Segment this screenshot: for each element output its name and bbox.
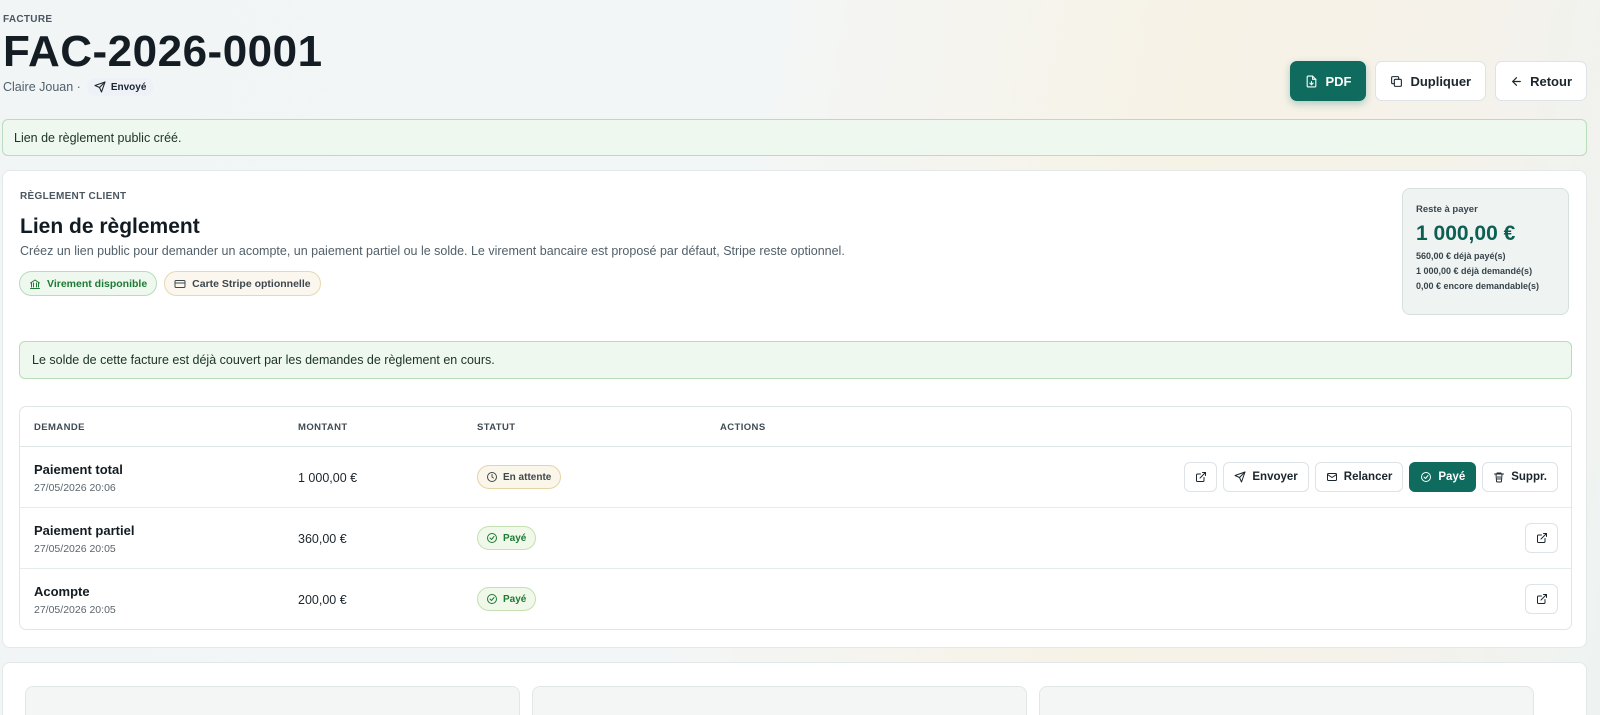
invoice-subtitle: Claire Jouan · Envoyé bbox=[3, 78, 323, 96]
coverage-info-message: Le solde de cette facture est déjà couve… bbox=[19, 341, 1572, 379]
back-button-label: Retour bbox=[1530, 73, 1572, 89]
summary-panel-3 bbox=[1039, 686, 1534, 715]
balance-amount: 1 000,00 € bbox=[1416, 222, 1516, 245]
remind-button[interactable]: Relancer bbox=[1314, 462, 1404, 492]
column-header-amount: MONTANT bbox=[298, 422, 348, 433]
request-date: 27/05/2026 20:06 bbox=[34, 482, 116, 494]
send-button[interactable]: Envoyer bbox=[1223, 462, 1309, 492]
page-eyebrow: FACTURE bbox=[3, 14, 53, 25]
request-name: Paiement partiel bbox=[34, 523, 135, 538]
column-header-status: STATUT bbox=[477, 422, 516, 433]
status-badge-label: Envoyé bbox=[110, 81, 147, 93]
open-link-button[interactable] bbox=[1525, 584, 1558, 614]
summary-panel-1 bbox=[25, 686, 520, 715]
page-header: FACTURE FAC-2026-0001 Claire Jouan · Env… bbox=[3, 14, 323, 96]
status-badge-paid: Payé bbox=[477, 587, 537, 611]
card-eyebrow: RÈGLEMENT CLIENT bbox=[20, 191, 127, 202]
status-label: Payé bbox=[503, 593, 527, 605]
table-row: Acompte 27/05/2026 20:05 200,00 € Payé bbox=[20, 569, 1571, 629]
summary-panel-2 bbox=[532, 686, 1027, 715]
status-badge-paid: Payé bbox=[477, 526, 537, 550]
check-circle-icon bbox=[487, 533, 497, 543]
duplicate-button-label: Dupliquer bbox=[1410, 73, 1472, 89]
table-row: Paiement partiel 27/05/2026 20:05 360,00… bbox=[20, 508, 1571, 569]
status-label: Payé bbox=[503, 532, 527, 544]
remind-button-label: Relancer bbox=[1343, 471, 1393, 483]
payment-requests-table: DEMANDE MONTANT STATUT ACTIONS Paiement … bbox=[19, 406, 1572, 630]
duplicate-button[interactable]: Dupliquer bbox=[1375, 61, 1487, 101]
request-cell: Acompte 27/05/2026 20:05 bbox=[34, 584, 116, 616]
payment-link-card: RÈGLEMENT CLIENT Lien de règlement Créez… bbox=[2, 170, 1587, 648]
check-circle-icon bbox=[487, 594, 497, 604]
pdf-button-label: PDF bbox=[1325, 73, 1352, 89]
balance-paid: 560,00 € déjà payé(s) bbox=[1416, 251, 1506, 261]
delete-button[interactable]: Suppr. bbox=[1482, 462, 1558, 492]
request-date: 27/05/2026 20:05 bbox=[34, 604, 116, 616]
balance-label: Reste à payer bbox=[1416, 204, 1478, 215]
copy-icon bbox=[1391, 75, 1403, 87]
request-cell: Paiement total 27/05/2026 20:06 bbox=[34, 462, 123, 494]
mark-paid-button-label: Payé bbox=[1438, 471, 1466, 483]
row-actions bbox=[1525, 523, 1558, 553]
status-label: En attente bbox=[503, 471, 552, 483]
flash-message: Lien de règlement public créé. bbox=[2, 119, 1587, 156]
pdf-button[interactable]: PDF bbox=[1290, 61, 1367, 101]
stripe-chip: Carte Stripe optionnelle bbox=[164, 271, 321, 296]
clock-icon bbox=[487, 472, 497, 482]
check-circle-icon bbox=[1421, 472, 1432, 482]
open-link-button[interactable] bbox=[1525, 523, 1558, 553]
row-actions: Envoyer Relancer Payé Suppr. bbox=[1184, 462, 1558, 492]
lower-section bbox=[2, 662, 1587, 715]
request-amount: 200,00 € bbox=[298, 593, 347, 607]
open-link-button[interactable] bbox=[1184, 462, 1218, 492]
request-name: Acompte bbox=[34, 584, 90, 599]
external-link-icon bbox=[1195, 472, 1206, 482]
request-amount: 1 000,00 € bbox=[298, 471, 358, 485]
row-actions bbox=[1525, 584, 1558, 614]
mail-icon bbox=[1326, 473, 1337, 481]
delete-button-label: Suppr. bbox=[1511, 471, 1547, 483]
file-pdf-icon bbox=[1307, 75, 1317, 87]
balance-requested: 1 000,00 € déjà demandé(s) bbox=[1416, 266, 1533, 276]
credit-card-icon bbox=[174, 279, 186, 288]
transfer-chip-label: Virement disponible bbox=[47, 277, 148, 290]
payment-method-chips: Virement disponible Carte Stripe optionn… bbox=[19, 271, 321, 296]
balance-requestable: 0,00 € encore demandable(s) bbox=[1416, 281, 1540, 291]
send-icon bbox=[94, 81, 106, 93]
table-row: Paiement total 27/05/2026 20:06 1 000,00… bbox=[20, 447, 1571, 508]
table-header: DEMANDE MONTANT STATUT ACTIONS bbox=[20, 407, 1571, 447]
balance-summary: Reste à payer 1 000,00 € 560,00 € déjà p… bbox=[1402, 188, 1569, 315]
client-name: Claire Jouan · bbox=[3, 80, 81, 94]
request-amount: 360,00 € bbox=[298, 532, 347, 546]
request-name: Paiement total bbox=[34, 462, 123, 477]
send-icon bbox=[1234, 471, 1246, 483]
request-date: 27/05/2026 20:05 bbox=[34, 543, 116, 555]
arrow-left-icon bbox=[1512, 76, 1521, 86]
card-title: Lien de règlement bbox=[20, 215, 200, 238]
trash-icon bbox=[1494, 472, 1505, 483]
column-header-actions: ACTIONS bbox=[720, 422, 766, 433]
header-actions: PDF Dupliquer Retour bbox=[1290, 61, 1587, 101]
transfer-chip: Virement disponible bbox=[19, 271, 158, 296]
invoice-number: FAC-2026-0001 bbox=[3, 27, 323, 76]
column-header-request: DEMANDE bbox=[34, 422, 85, 433]
bank-icon bbox=[30, 279, 40, 289]
status-badge: Envoyé bbox=[86, 78, 155, 96]
status-badge-pending: En attente bbox=[477, 465, 562, 489]
send-button-label: Envoyer bbox=[1252, 471, 1298, 483]
external-link-icon bbox=[1536, 594, 1547, 604]
stripe-chip-label: Carte Stripe optionnelle bbox=[192, 277, 311, 290]
request-cell: Paiement partiel 27/05/2026 20:05 bbox=[34, 523, 134, 555]
external-link-icon bbox=[1536, 533, 1547, 543]
card-description: Créez un lien public pour demander un ac… bbox=[20, 244, 845, 258]
back-button[interactable]: Retour bbox=[1495, 61, 1587, 101]
mark-paid-button[interactable]: Payé bbox=[1409, 462, 1477, 492]
